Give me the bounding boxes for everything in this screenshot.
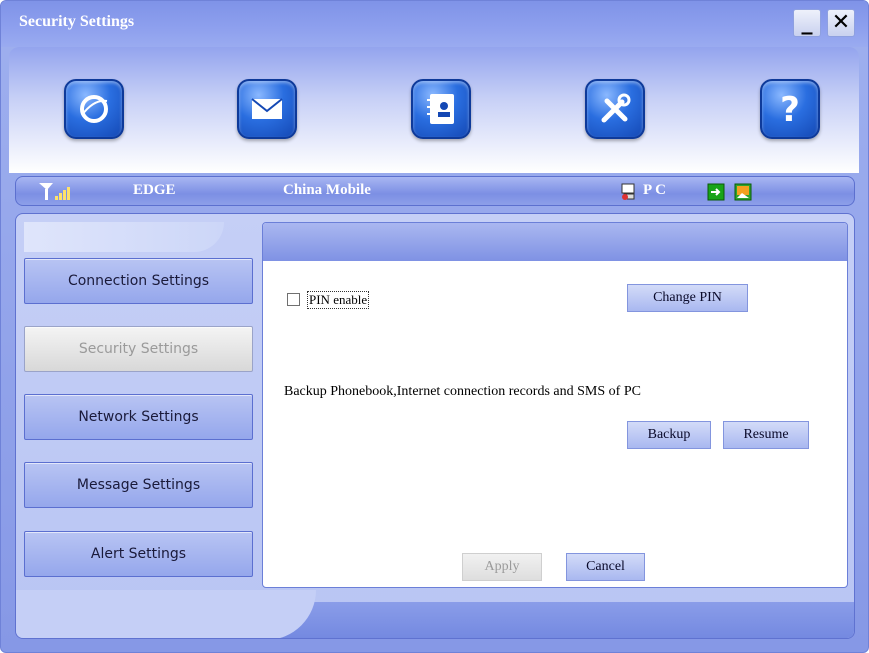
nav-alert-settings[interactable]: Alert Settings xyxy=(24,531,253,577)
frame-decoration xyxy=(24,222,224,252)
connect-icon xyxy=(707,183,725,206)
network-type: EDGE xyxy=(133,182,176,198)
cancel-button[interactable]: Cancel xyxy=(566,553,645,581)
pin-label-area xyxy=(371,287,439,311)
pc-storage-icon xyxy=(620,183,638,206)
operator-name: China Mobile xyxy=(283,182,371,198)
apply-button[interactable]: Apply xyxy=(462,553,542,581)
resume-button[interactable]: Resume xyxy=(723,421,809,449)
change-pin-button[interactable]: Change PIN xyxy=(627,284,748,312)
backup-button[interactable]: Backup xyxy=(627,421,711,449)
internet-icon[interactable] xyxy=(64,79,124,139)
help-icon[interactable]: ? xyxy=(760,79,820,139)
nav-message-settings[interactable]: Message Settings xyxy=(24,462,253,508)
phonebook-icon[interactable] xyxy=(411,79,471,139)
pin-enable-checkbox[interactable] xyxy=(287,293,300,306)
sms-icon[interactable] xyxy=(237,79,297,139)
status-bar: EDGE China Mobile P C xyxy=(15,176,855,206)
settings-icon[interactable] xyxy=(585,79,645,139)
frame-footer-curve xyxy=(16,590,316,638)
nav-connection-settings[interactable]: Connection Settings xyxy=(24,258,253,304)
close-button[interactable]: ✕ xyxy=(827,9,855,37)
storage-location: P C xyxy=(643,182,666,198)
window-title: Security Settings xyxy=(19,13,135,30)
signal-icon xyxy=(38,181,74,206)
pin-enable-label[interactable]: PIN enable xyxy=(307,291,370,309)
security-settings-window: Security Settings _ ✕ ? EDGE China Mobil… xyxy=(0,0,869,653)
backup-description: Backup Phonebook,Internet connection rec… xyxy=(284,384,641,399)
nav-network-settings[interactable]: Network Settings xyxy=(24,394,253,440)
security-panel: PIN enable Change PIN Backup Phonebook,I… xyxy=(262,222,848,588)
message-indicator-icon xyxy=(734,183,752,206)
title-bar[interactable]: Security Settings _ ✕ xyxy=(1,1,868,47)
panel-header xyxy=(263,223,847,261)
svg-text:?: ? xyxy=(780,90,800,129)
nav-security-settings[interactable]: Security Settings xyxy=(24,326,253,372)
main-toolbar: ? xyxy=(9,47,859,173)
minimize-button[interactable]: _ xyxy=(793,9,821,37)
